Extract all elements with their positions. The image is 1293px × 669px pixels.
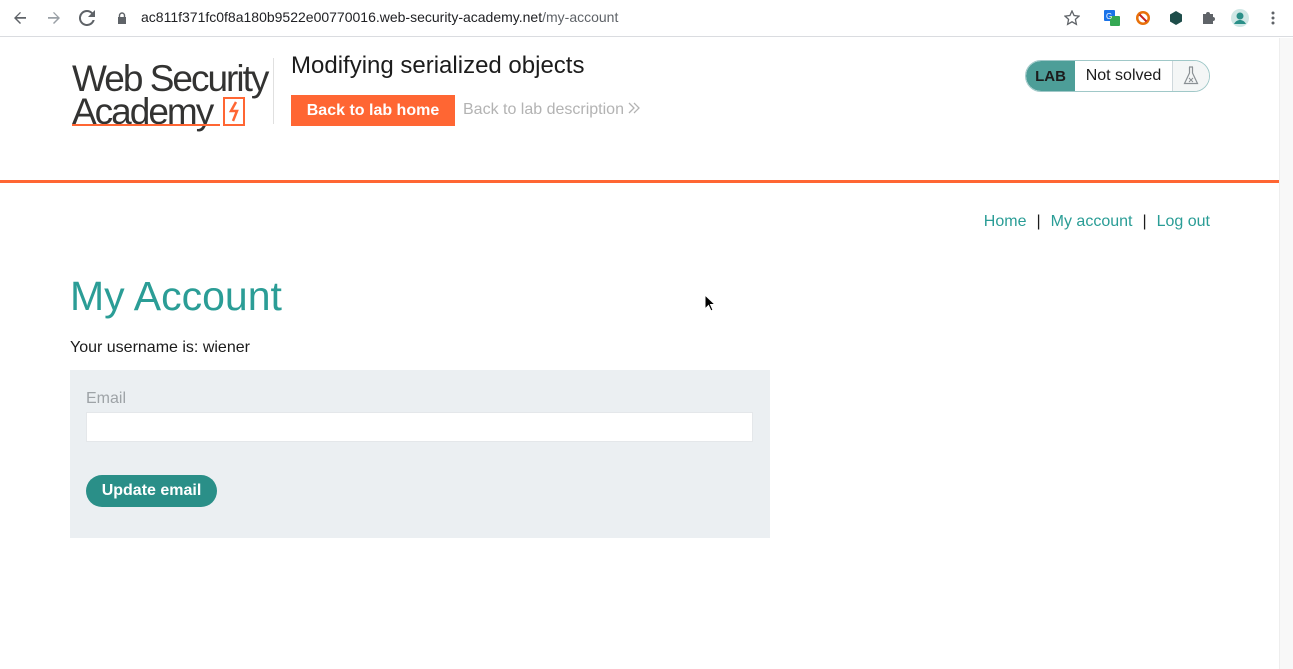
page-title: My Account <box>70 273 282 319</box>
email-label: Email <box>86 390 127 407</box>
lab-tag: LAB <box>1026 61 1075 91</box>
nav-log-out-link[interactable]: Log out <box>1157 213 1210 231</box>
url-host: ac811f371fc0f8a180b9522e00770016.web-sec… <box>141 9 543 25</box>
nav-home-link[interactable]: Home <box>984 213 1027 231</box>
extension-hex-icon[interactable] <box>1166 8 1186 28</box>
address-bar[interactable]: ac811f371fc0f8a180b9522e00770016.web-sec… <box>141 9 618 25</box>
nav-separator: | <box>1142 213 1147 230</box>
svg-text:G: G <box>1106 12 1112 21</box>
mouse-cursor-icon <box>704 294 716 312</box>
forward-arrow-icon[interactable] <box>42 7 66 29</box>
double-chevron-right-icon <box>628 102 641 114</box>
url-path: /my-account <box>542 9 619 25</box>
update-email-button[interactable]: Update email <box>86 475 217 507</box>
more-menu-icon[interactable] <box>1263 8 1283 28</box>
lock-icon <box>116 7 128 29</box>
puzzle-extensions-icon[interactable] <box>1198 8 1218 28</box>
top-navigation: Home | My account | Log out <box>984 213 1210 231</box>
bookmark-star-icon[interactable] <box>1062 8 1082 28</box>
header-rule <box>0 180 1279 183</box>
page-scrollbar[interactable] <box>1279 38 1293 669</box>
back-arrow-icon[interactable] <box>8 7 32 29</box>
back-to-lab-home-button[interactable]: Back to lab home <box>291 95 455 126</box>
nav-my-account-link[interactable]: My account <box>1051 213 1133 231</box>
email-field[interactable] <box>86 412 753 442</box>
header-divider <box>273 58 274 124</box>
reload-icon[interactable] <box>75 7 99 29</box>
lab-title: Modifying serialized objects <box>291 52 585 79</box>
back-to-lab-description-link[interactable]: Back to lab description <box>463 101 641 119</box>
username-text: Your username is: wiener <box>70 339 250 356</box>
blocker-extension-icon[interactable] <box>1133 8 1153 28</box>
logo-line2: Academy <box>72 91 214 132</box>
web-page: Web Security Academy Modifying serialize… <box>0 38 1279 669</box>
profile-avatar-icon[interactable] <box>1230 8 1250 28</box>
logo-bolt-icon <box>223 97 245 126</box>
browser-toolbar: ac811f371fc0f8a180b9522e00770016.web-sec… <box>0 0 1293 37</box>
email-form: Email Update email <box>70 370 770 538</box>
lab-status-text: Not solved <box>1075 61 1173 91</box>
back-to-lab-description-label: Back to lab description <box>463 101 624 118</box>
logo-underline <box>72 124 220 126</box>
web-security-academy-logo[interactable]: Web Security Academy <box>72 58 272 132</box>
translate-icon[interactable]: G <box>1102 8 1122 28</box>
nav-separator: | <box>1036 213 1041 230</box>
flask-icon <box>1173 61 1209 91</box>
lab-status-widget: LAB Not solved <box>1025 60 1210 92</box>
